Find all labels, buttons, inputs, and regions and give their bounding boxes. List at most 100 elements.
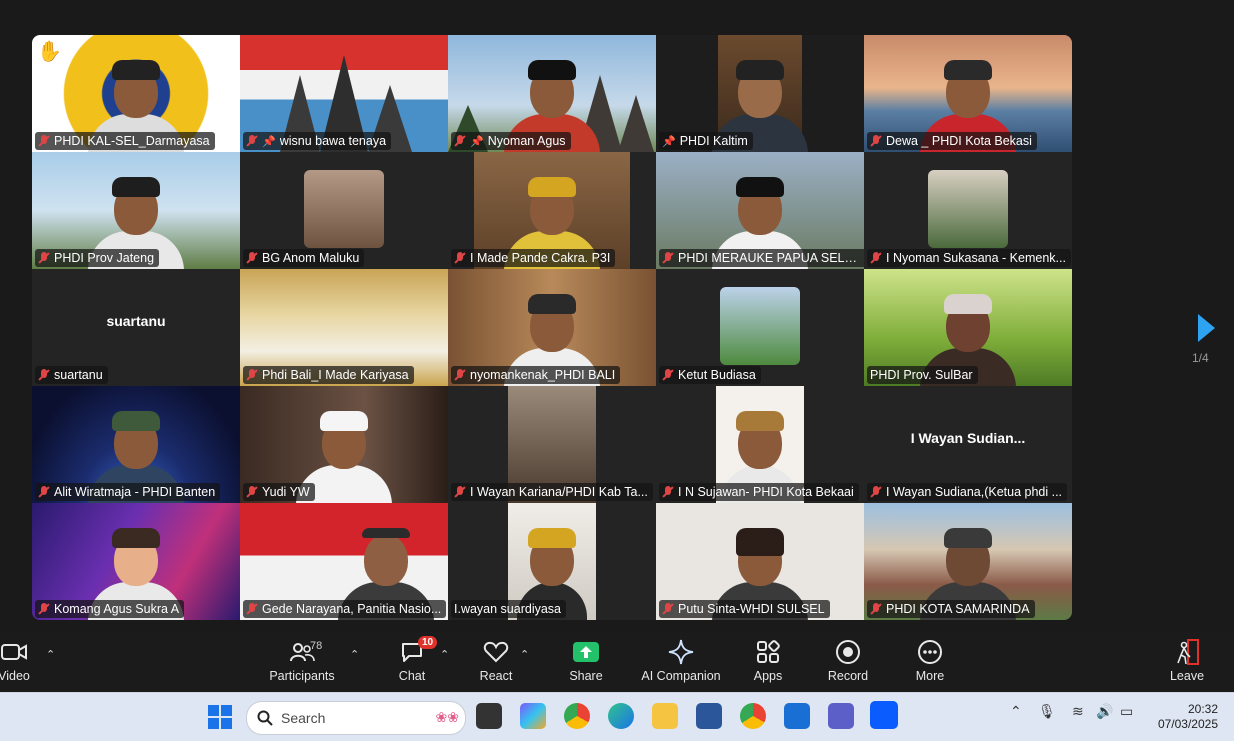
participant-photo (720, 287, 800, 365)
video-tile[interactable]: I Wayan Sudian... I Wayan Sudiana,(Ketua… (864, 386, 1072, 503)
video-tile[interactable]: I Made Pande Cakra. P3I (448, 152, 656, 269)
pin-icon: 📌 (470, 135, 484, 148)
pin-icon: 📌 (662, 135, 676, 148)
video-tile[interactable]: Dewa _ PHDI Kota Bekasi (864, 35, 1072, 152)
apps-button[interactable]: Apps (728, 638, 808, 683)
teams-icon[interactable] (828, 703, 854, 729)
windows-start-icon[interactable] (208, 705, 232, 729)
video-tile[interactable]: I Wayan Kariana/PHDI Kab Ta... (448, 386, 656, 503)
share-screen-button[interactable]: Share (546, 638, 626, 683)
participant-photo (304, 170, 384, 248)
video-tile[interactable]: I.wayan suardiyasa (448, 503, 656, 620)
participant-label: suartanu (35, 366, 108, 384)
participant-label: 📌 Nyoman Agus (451, 132, 571, 150)
screen-share-app-icon[interactable] (784, 703, 810, 729)
file-explorer-icon[interactable] (652, 703, 678, 729)
word-icon[interactable] (696, 703, 722, 729)
edge-icon[interactable] (608, 703, 634, 729)
muted-mic-icon (38, 486, 50, 498)
video-tile[interactable]: Phdi Bali_I Made Kariyasa (240, 269, 448, 386)
participants-options-caret-icon[interactable]: ⌃ (350, 648, 359, 661)
taskbar-clock[interactable]: 20:32 07/03/2025 (1150, 702, 1218, 732)
muted-mic-icon (38, 252, 50, 264)
video-tile[interactable]: PHDI Prov. SulBar (864, 269, 1072, 386)
leave-door-icon (1177, 639, 1199, 665)
chat-unread-badge: 10 (418, 636, 438, 649)
muted-mic-icon (454, 486, 466, 498)
video-tile[interactable]: I Nyoman Sukasana - Kemenk... (864, 152, 1072, 269)
video-tile[interactable]: PHDI Prov Jateng (32, 152, 240, 269)
video-tile[interactable]: Ketut Budiasa (656, 269, 864, 386)
participant-label: PHDI KAL-SEL_Darmayasa (35, 132, 215, 150)
muted-mic-icon (246, 252, 258, 264)
muted-mic-icon (38, 135, 50, 147)
video-tile[interactable]: Putu Sinta-WHDI SULSEL (656, 503, 864, 620)
video-tile[interactable]: 📌 wisnu bawa tenaya (240, 35, 448, 152)
wifi-icon[interactable]: ≋ (1072, 703, 1084, 720)
heart-icon (483, 641, 509, 663)
video-tile[interactable]: PHDI MERAUKE PAPUA SELAT... (656, 152, 864, 269)
battery-icon[interactable]: ▭ (1120, 703, 1133, 720)
tray-overflow-chevron-icon[interactable]: ⌃ (1010, 703, 1022, 720)
ai-companion-button[interactable]: AI Companion (636, 638, 726, 683)
video-tile[interactable]: Komang Agus Sukra A (32, 503, 240, 620)
participant-label: Dewa _ PHDI Kota Bekasi (867, 132, 1037, 150)
record-button[interactable]: Record (808, 638, 888, 683)
meeting-stage: ✋ PHDI KAL-SEL_Darmayasa 📌 wisnu bawa ten… (0, 0, 1234, 632)
next-page-arrow-icon[interactable] (1198, 314, 1215, 342)
participants-button[interactable]: 78 Participants (262, 638, 342, 683)
participants-label: Participants (269, 669, 335, 683)
gallery-grid: ✋ PHDI KAL-SEL_Darmayasa 📌 wisnu bawa ten… (32, 35, 1072, 620)
muted-mic-icon (246, 603, 258, 615)
zoom-taskbar-icon[interactable] (870, 701, 898, 729)
participant-label: PHDI Prov. SulBar (867, 366, 978, 384)
chrome-profile-icon[interactable] (740, 703, 766, 729)
muted-mic-icon (246, 135, 258, 147)
volume-icon[interactable]: 🔊 (1096, 703, 1113, 720)
muted-mic-icon (38, 603, 50, 615)
chrome-icon[interactable] (564, 703, 590, 729)
participant-label: Yudi YW (243, 483, 315, 501)
participants-count: 78 (310, 640, 323, 652)
participant-label: 📌 wisnu bawa tenaya (243, 132, 392, 150)
participant-label: Putu Sinta-WHDI SULSEL (659, 600, 830, 618)
video-tile[interactable]: suartanu suartanu (32, 269, 240, 386)
share-label: Share (569, 669, 603, 683)
video-tile-active-speaker[interactable]: 📌 PHDI Kaltim (656, 35, 864, 152)
ai-companion-label: AI Companion (641, 669, 721, 683)
leave-button[interactable]: Leave (1147, 638, 1227, 683)
video-tile[interactable]: Gede Narayana, Panitia Nasio... (240, 503, 448, 620)
video-options-caret-icon[interactable]: ⌃ (46, 648, 55, 661)
chat-options-caret-icon[interactable]: ⌃ (440, 648, 449, 661)
participant-label: PHDI MERAUKE PAPUA SELAT... (659, 249, 864, 267)
record-label: Record (827, 669, 869, 683)
apps-label: Apps (753, 669, 783, 683)
video-tile[interactable]: 📌 Nyoman Agus (448, 35, 656, 152)
video-tile[interactable]: Yudi YW (240, 386, 448, 503)
participant-label: I Wayan Sudiana,(Ketua phdi ... (867, 483, 1068, 501)
video-tile[interactable]: nyomankenak_PHDI BALI (448, 269, 656, 386)
video-camera-icon (1, 644, 27, 660)
video-tile[interactable]: BG Anom Maluku (240, 152, 448, 269)
search-placeholder: Search (281, 710, 326, 726)
meeting-toolbar: Video ⌃ 78 Participants ⌃ 10 Chat ⌃ Reac… (0, 632, 1234, 692)
muted-mic-icon (38, 369, 50, 381)
video-tile[interactable]: Alit Wiratmaja - PHDI Banten (32, 386, 240, 503)
windows-taskbar: Search ❀❀ ⌃ 🎙 ≋ 🔊 ▭ 20:32 07/03/2025 (0, 692, 1234, 741)
participant-label: PHDI Prov Jateng (35, 249, 160, 267)
video-tile[interactable]: ✋ PHDI KAL-SEL_Darmayasa (32, 35, 240, 152)
more-button[interactable]: More (890, 638, 970, 683)
share-screen-icon (573, 642, 599, 662)
mic-tray-icon[interactable]: 🎙 (1038, 703, 1056, 720)
leave-label: Leave (1169, 669, 1205, 683)
copilot-icon[interactable] (520, 703, 546, 729)
clock-date: 07/03/2025 (1157, 717, 1218, 731)
react-options-caret-icon[interactable]: ⌃ (520, 648, 529, 661)
video-tile[interactable]: PHDI KOTA SAMARINDA (864, 503, 1072, 620)
participant-label: I Wayan Kariana/PHDI Kab Ta... (451, 483, 653, 501)
search-icon (257, 710, 273, 726)
video-tile[interactable]: I N Sujawan- PHDI Kota Bekaai (656, 386, 864, 503)
taskbar-search[interactable]: Search ❀❀ (246, 701, 466, 735)
task-view-icon[interactable] (476, 703, 502, 729)
muted-mic-icon (246, 369, 258, 381)
